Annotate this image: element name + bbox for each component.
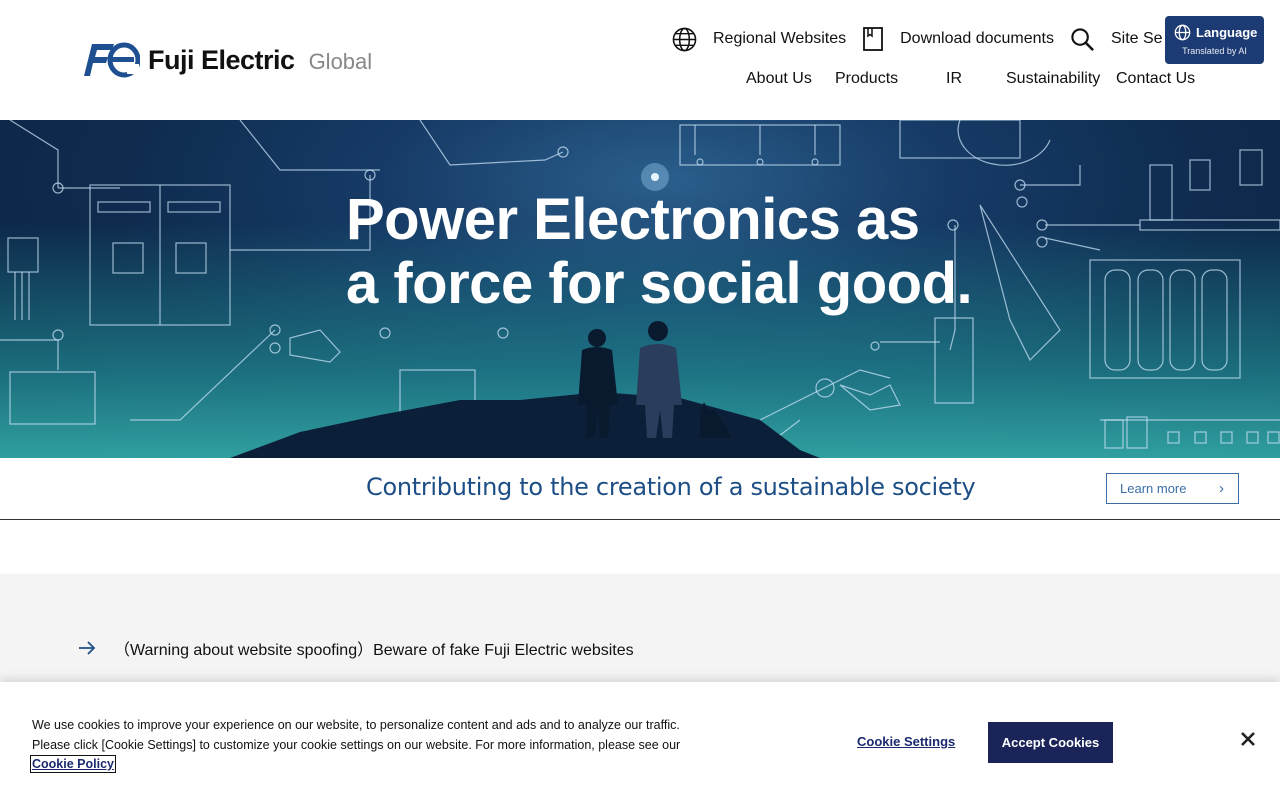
cookie-message-text: We use cookies to improve your experienc… — [32, 718, 681, 752]
nav-about-us[interactable]: About Us — [746, 70, 812, 88]
site-search-link[interactable]: Site Se — [1070, 27, 1163, 52]
strip-tagline: Contributing to the creation of a sustai… — [366, 473, 976, 501]
accept-cookies-button[interactable]: Accept Cookies — [988, 722, 1113, 763]
regional-websites-link[interactable]: Regional Websites — [672, 27, 846, 52]
utility-nav: Regional Websites Download documents Sit… — [672, 26, 1163, 52]
learn-more-button[interactable]: Learn more › — [1106, 473, 1239, 504]
language-label: Language — [1196, 25, 1258, 40]
nav-contact-us[interactable]: Contact Us — [1116, 70, 1195, 88]
download-documents-label: Download documents — [900, 30, 1054, 47]
spoofing-warning-link[interactable]: （Warning about website spoofing）Beware o… — [78, 636, 634, 660]
translated-by-ai-label: Translated by AI — [1182, 46, 1247, 56]
site-header: Fuji Electric Global Regional Websites D… — [0, 0, 1280, 120]
nav-products[interactable]: Products — [835, 70, 898, 88]
fuji-electric-logo[interactable]: Fuji Electric Global — [80, 42, 372, 78]
close-icon[interactable] — [1238, 729, 1258, 749]
cookie-banner: We use cookies to improve your experienc… — [0, 682, 1280, 800]
search-icon — [1071, 27, 1094, 51]
nav-sustainability[interactable]: Sustainability — [1006, 70, 1100, 88]
hero-banner[interactable]: Power Electronics as a force for social … — [0, 120, 1280, 458]
cookie-policy-link[interactable]: Cookie Policy — [30, 755, 116, 773]
fe-logo-icon — [84, 42, 140, 78]
cookie-message: We use cookies to improve your experienc… — [30, 716, 712, 775]
download-documents-link[interactable]: Download documents — [862, 26, 1054, 52]
hero-title-line-2: a force for social good. — [346, 251, 973, 316]
site-search-label: Site Se — [1110, 30, 1163, 47]
logo-text: Fuji Electric — [148, 44, 295, 75]
hero-title: Power Electronics as a force for social … — [346, 187, 973, 316]
globe-icon — [1174, 24, 1191, 41]
document-icon — [863, 27, 884, 51]
nav-ir[interactable]: IR — [946, 70, 962, 88]
arrow-right-icon — [79, 641, 96, 655]
language-button[interactable]: Language Translated by AI — [1165, 16, 1264, 64]
sustainability-strip: Contributing to the creation of a sustai… — [0, 458, 1280, 520]
chevron-right-icon: › — [1219, 480, 1224, 497]
hero-title-line-1: Power Electronics as — [346, 187, 920, 252]
spoofing-warning-text: （Warning about website spoofing）Beware o… — [114, 642, 634, 659]
logo-subtitle: Global — [308, 49, 373, 74]
cookie-settings-button[interactable]: Cookie Settings — [857, 734, 955, 749]
globe-icon — [672, 27, 697, 51]
learn-more-label: Learn more — [1120, 481, 1187, 496]
regional-websites-label: Regional Websites — [713, 30, 847, 47]
